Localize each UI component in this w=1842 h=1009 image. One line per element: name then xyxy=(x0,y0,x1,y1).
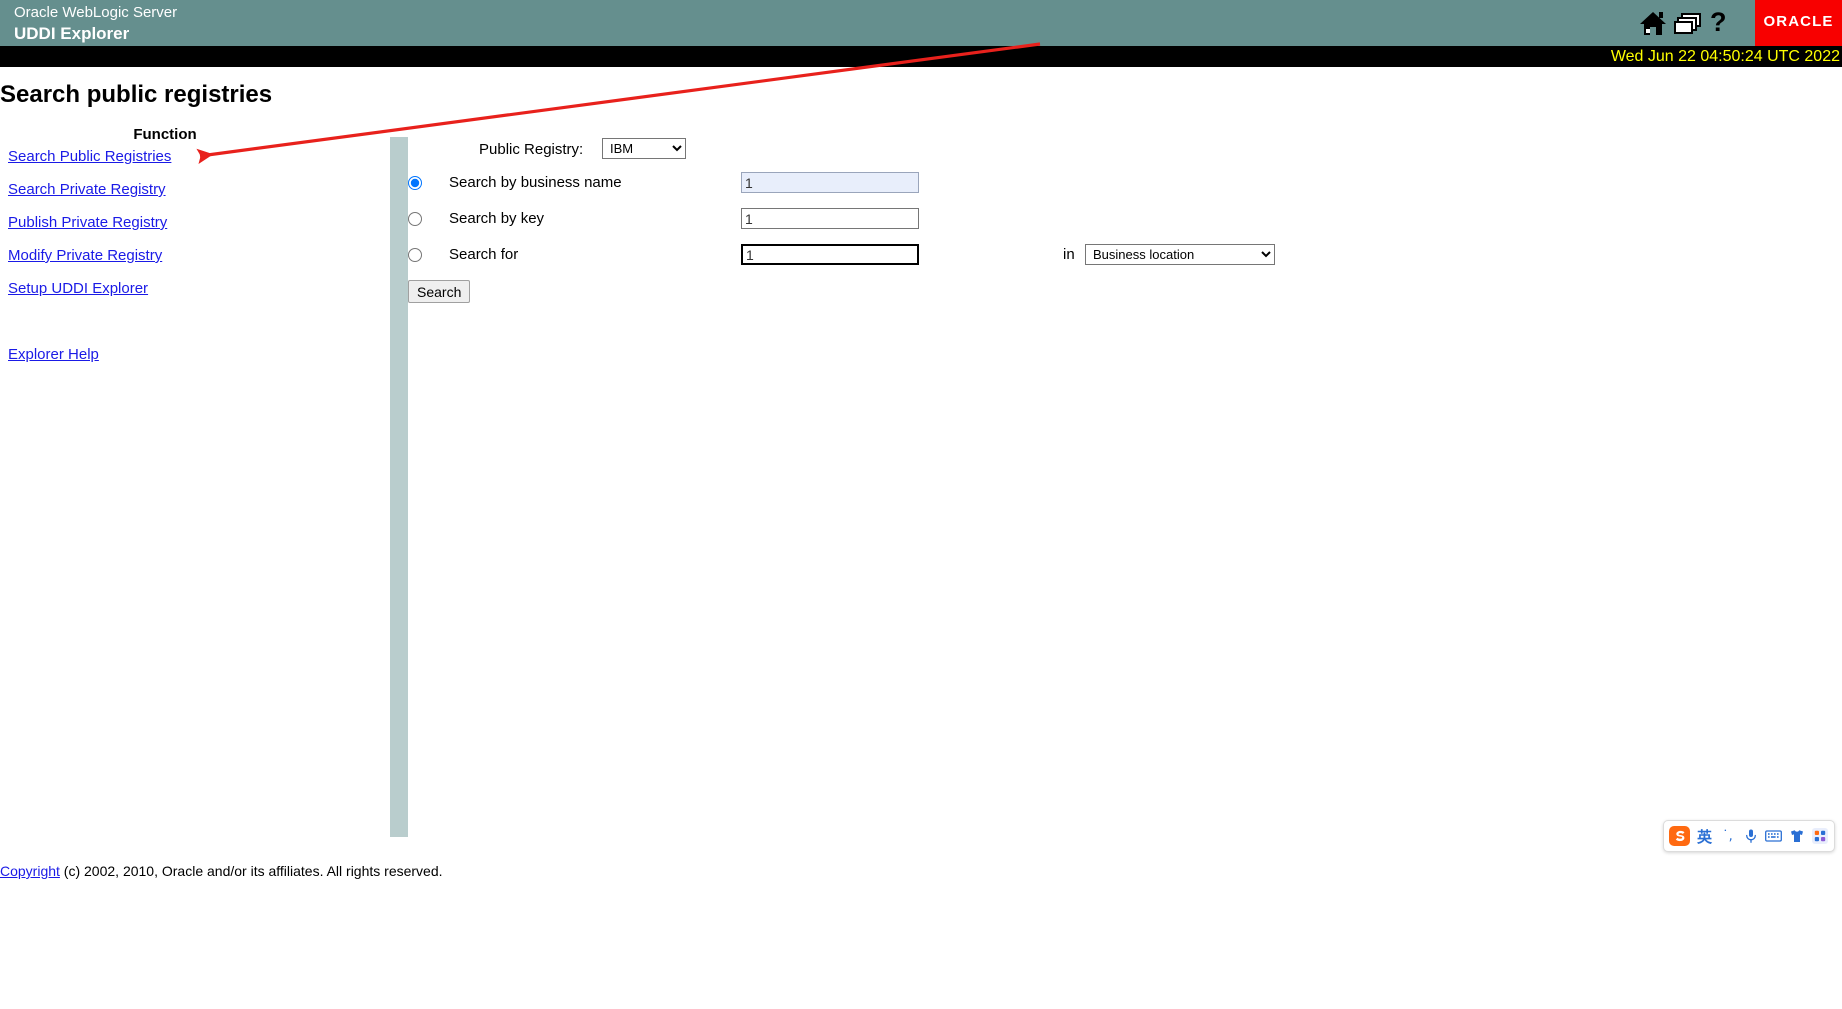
microphone-icon[interactable] xyxy=(1739,824,1762,848)
language-mode-icon[interactable]: 英 xyxy=(1693,824,1716,848)
search-for-input[interactable] xyxy=(741,244,919,265)
public-registry-label: Public Registry: xyxy=(479,141,584,158)
punctuation-icon[interactable]: ˙, xyxy=(1716,824,1739,848)
public-registry-row: Public Registry: IBM xyxy=(408,138,1608,168)
search-button-row: Search xyxy=(408,280,1608,310)
oracle-logo: ORACLE xyxy=(1755,0,1842,46)
footer: Copyright (c) 2002, 2010, Oracle and/or … xyxy=(0,862,443,880)
sidebar-navigation: Function Search Public Registries Search… xyxy=(0,126,330,363)
search-scope-select[interactable]: Business location xyxy=(1085,244,1275,265)
in-label: in xyxy=(1063,246,1075,263)
radio-search-by-key[interactable] xyxy=(408,212,422,226)
sidebar-heading: Function xyxy=(133,126,197,143)
search-by-key-row: Search by key xyxy=(408,208,1608,238)
timestamp-bar: Wed Jun 22 04:50:24 UTC 2022 xyxy=(0,46,1842,67)
explorer-help-link[interactable]: Explorer Help xyxy=(8,346,99,364)
copyright-link[interactable]: Copyright xyxy=(0,863,60,879)
sogou-logo-icon[interactable] xyxy=(1667,823,1693,849)
label-search-by-key[interactable]: Search by key xyxy=(449,209,544,229)
banner-title-block: Oracle WebLogic Server UDDI Explorer xyxy=(14,3,177,44)
sidebar-item-setup-uddi-explorer[interactable]: Setup UDDI Explorer xyxy=(8,280,148,298)
search-business-name-input[interactable] xyxy=(741,172,919,193)
sidebar-item-search-public-registries[interactable]: Search Public Registries xyxy=(8,148,171,166)
oracle-logo-text: ORACLE xyxy=(1763,13,1834,30)
app-grid-icon[interactable] xyxy=(1808,824,1831,848)
search-key-input[interactable] xyxy=(741,208,919,229)
app-title: UDDI Explorer xyxy=(14,24,130,43)
help-glyph: ? xyxy=(1710,7,1727,37)
search-by-business-name-row: Search by business name xyxy=(408,172,1608,202)
sidebar-item-modify-private-registry[interactable]: Modify Private Registry xyxy=(8,247,162,265)
skin-icon[interactable] xyxy=(1785,824,1808,848)
keyboard-icon[interactable] xyxy=(1762,824,1785,848)
banner-icon-group: ? xyxy=(1638,8,1748,38)
search-button[interactable]: Search xyxy=(408,280,471,303)
label-search-for[interactable]: Search for xyxy=(449,245,518,265)
windows-icon[interactable] xyxy=(1673,8,1703,38)
public-registry-select[interactable]: IBM xyxy=(602,138,686,159)
label-search-by-business-name[interactable]: Search by business name xyxy=(449,173,622,193)
search-for-row: Search for in Business location xyxy=(408,244,1608,274)
language-mode-label: 英 xyxy=(1696,827,1712,846)
help-icon[interactable]: ? xyxy=(1710,8,1740,38)
ime-toolbar: 英 ˙, xyxy=(1663,820,1835,852)
server-timestamp: Wed Jun 22 04:50:24 UTC 2022 xyxy=(1610,48,1840,65)
copyright-text: (c) 2002, 2010, Oracle and/or its affili… xyxy=(59,863,443,879)
app-banner: Oracle WebLogic Server UDDI Explorer ? O… xyxy=(0,0,1842,46)
page-title: Search public registries xyxy=(0,81,273,108)
sidebar-item-publish-private-registry[interactable]: Publish Private Registry xyxy=(8,214,167,232)
product-name: Oracle WebLogic Server xyxy=(14,4,178,21)
radio-search-by-business-name[interactable] xyxy=(408,176,422,190)
punctuation-label: ˙, xyxy=(1722,828,1733,844)
sidebar-item-search-private-registry[interactable]: Search Private Registry xyxy=(8,181,166,199)
vertical-divider xyxy=(390,137,408,837)
home-icon[interactable] xyxy=(1638,8,1668,38)
radio-search-for[interactable] xyxy=(408,248,422,262)
